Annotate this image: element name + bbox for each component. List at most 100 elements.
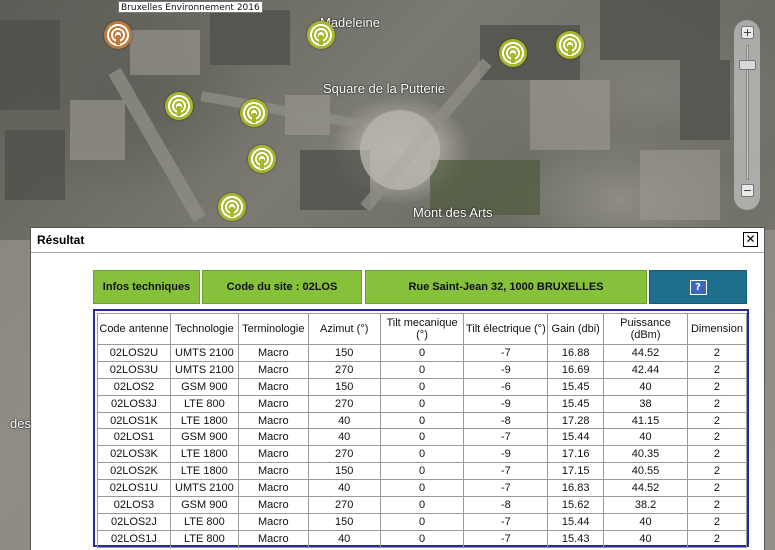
table-cell: 2 <box>686 428 748 447</box>
table-row: 02LOS2U UMTS 2100 Macro 150 0 -7 16.88 44.52 2 <box>97 344 748 362</box>
table-cell: 40 <box>307 479 381 498</box>
antenna-marker[interactable] <box>556 31 584 59</box>
table-cell: -7 <box>463 428 549 447</box>
help-icon[interactable]: ? <box>689 279 707 295</box>
table-cell: -8 <box>463 411 549 430</box>
table-cell: LTE 800 <box>169 394 239 413</box>
table-cell: 0 <box>379 411 465 430</box>
table-cell: GSM 900 <box>169 428 239 447</box>
table-cell: 0 <box>379 529 465 548</box>
header-address: Rue Saint-Jean 32, 1000 BRUXELLES <box>365 270 647 304</box>
table-cell: 17.15 <box>547 462 605 481</box>
table-cell: 2 <box>686 462 748 481</box>
column-header: Puissance (dBm) <box>603 313 688 345</box>
table-cell: 16.88 <box>547 344 605 362</box>
zoom-out-button[interactable]: − <box>741 184 754 197</box>
map-label-square: Square de la Putterie <box>323 81 446 96</box>
table-cell: 15.43 <box>547 529 605 548</box>
table-cell: 40 <box>603 529 688 548</box>
table-cell: -9 <box>463 445 549 464</box>
table-row: 02LOS1K LTE 1800 Macro 40 0 -8 17.28 41.15 2 <box>97 411 748 430</box>
table-cell: Macro <box>237 344 309 362</box>
map-label-fragment: des <box>10 416 31 431</box>
table-row: 02LOS1 GSM 900 Macro 40 0 -7 15.44 40 2 <box>97 428 748 447</box>
column-header: Technologie <box>169 313 239 345</box>
table-cell: 15.62 <box>547 496 605 514</box>
table-cell: 0 <box>379 377 465 396</box>
table-cell: GSM 900 <box>169 496 239 514</box>
table-cell: -7 <box>463 462 549 481</box>
column-header: Code antenne <box>97 313 171 345</box>
table-row: 02LOS3U UMTS 2100 Macro 270 0 -9 16.69 42.44 2 <box>97 360 748 379</box>
table-cell: 0 <box>379 462 465 481</box>
antenna-marker[interactable] <box>307 21 335 49</box>
zoom-in-button[interactable]: + <box>741 26 754 39</box>
dialog-title: Résultat <box>37 233 85 247</box>
header-infos-techniques: Infos techniques <box>93 270 200 304</box>
table-cell: 0 <box>379 428 465 447</box>
table-row: 02LOS3J LTE 800 Macro 270 0 -9 15.45 38 2 <box>97 394 748 413</box>
column-header: Tilt mecanique (°) <box>379 313 465 345</box>
table-cell: 150 <box>307 512 381 531</box>
table-cell: Macro <box>237 377 309 396</box>
table-row: 02LOS3 GSM 900 Macro 270 0 -8 15.62 38.2 2 <box>97 496 748 514</box>
column-header: Terminologie <box>237 313 309 345</box>
table-cell: 15.44 <box>547 428 605 447</box>
antenna-marker[interactable] <box>165 92 193 120</box>
table-cell: 2 <box>686 445 748 464</box>
table-cell: 02LOS3U <box>97 360 171 379</box>
antenna-marker[interactable] <box>248 145 276 173</box>
table-cell: 150 <box>307 462 381 481</box>
header-site-code: Code du site : 02LOS <box>202 270 362 304</box>
antenna-table-container: Code antenne Technologie Terminologie Azimu… <box>93 309 749 548</box>
table-row: 02LOS2K LTE 1800 Macro 150 0 -7 17.15 40.55 2 <box>97 462 748 481</box>
table-cell: 17.28 <box>547 411 605 430</box>
table-cell: 2 <box>686 344 748 362</box>
table-cell: 2 <box>686 411 748 430</box>
table-cell: 41.15 <box>603 411 688 430</box>
table-cell: 16.83 <box>547 479 605 498</box>
table-cell: 38 <box>603 394 688 413</box>
antenna-marker[interactable] <box>499 39 527 67</box>
table-cell: 0 <box>379 496 465 514</box>
table-cell: 0 <box>379 512 465 531</box>
table-cell: 16.69 <box>547 360 605 379</box>
table-cell: Macro <box>237 496 309 514</box>
table-cell: 0 <box>379 445 465 464</box>
table-cell: 2 <box>686 377 748 396</box>
dialog-titlebar[interactable]: Résultat ✕ <box>31 228 764 253</box>
table-cell: 02LOS1K <box>97 411 171 430</box>
table-cell: 02LOS2J <box>97 512 171 531</box>
close-icon[interactable]: ✕ <box>743 232 758 247</box>
table-cell: UMTS 2100 <box>169 360 239 379</box>
table-cell: 270 <box>307 394 381 413</box>
table-cell: 0 <box>379 394 465 413</box>
table-cell: 2 <box>686 529 748 548</box>
table-cell: 40 <box>307 411 381 430</box>
result-dialog: Résultat ✕ Infos techniques Code du site… <box>30 227 765 550</box>
table-cell: 40 <box>307 428 381 447</box>
table-cell: LTE 800 <box>169 529 239 548</box>
table-row: 02LOS3K LTE 1800 Macro 270 0 -9 17.16 40.35 2 <box>97 445 748 464</box>
table-cell: 02LOS2 <box>97 377 171 396</box>
table-header-row: Code antenne Technologie Terminologie Azimu… <box>97 313 748 345</box>
table-cell: 15.45 <box>547 377 605 396</box>
table-cell: Macro <box>237 428 309 447</box>
table-cell: LTE 1800 <box>169 445 239 464</box>
table-cell: 2 <box>686 479 748 498</box>
table-body: 02LOS2U UMTS 2100 Macro 150 0 -7 16.88 44.52 2 02… <box>97 344 748 548</box>
table-cell: 0 <box>379 344 465 362</box>
table-cell: Macro <box>237 462 309 481</box>
table-cell: 40.35 <box>603 445 688 464</box>
table-cell: 02LOS3 <box>97 496 171 514</box>
table-cell: 40 <box>603 512 688 531</box>
table-cell: Macro <box>237 411 309 430</box>
zoom-slider-handle[interactable] <box>739 60 756 70</box>
table-cell: -6 <box>463 377 549 396</box>
antenna-marker[interactable] <box>240 99 268 127</box>
antenna-marker-selected[interactable] <box>104 21 132 49</box>
map-label-mont-des-arts: Mont des Arts <box>413 205 493 220</box>
table-cell: 02LOS1U <box>97 479 171 498</box>
antenna-marker[interactable] <box>218 193 246 221</box>
table-cell: 02LOS3J <box>97 394 171 413</box>
